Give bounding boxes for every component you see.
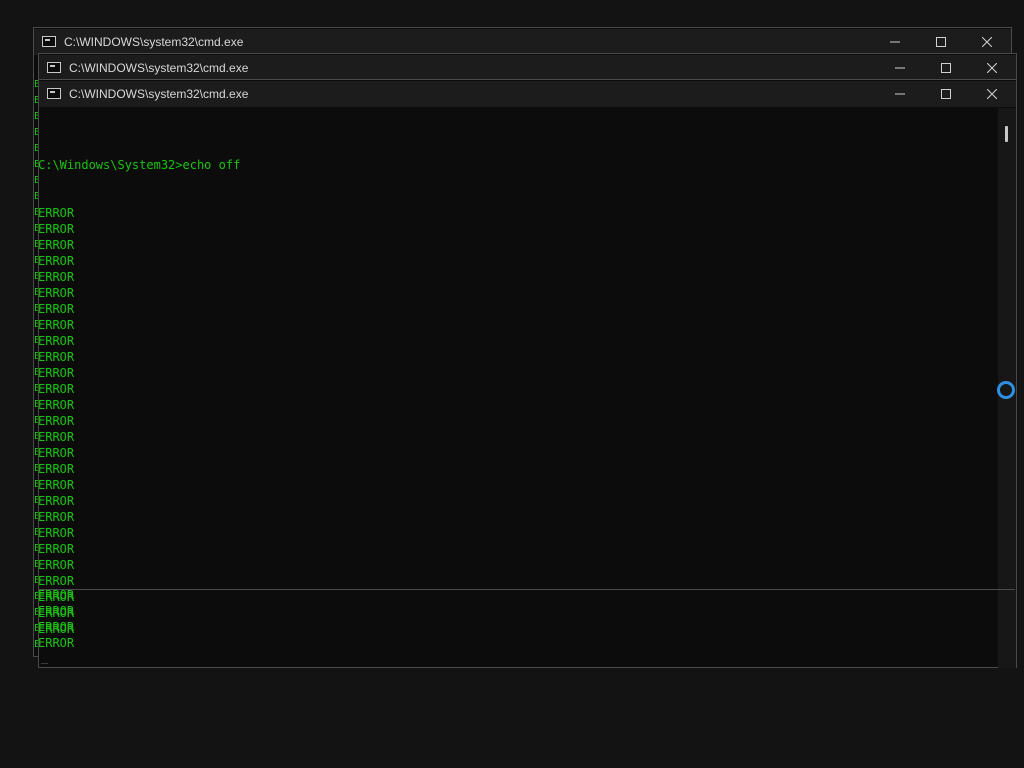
output-line: ERROR <box>38 382 75 396</box>
minimize-button[interactable] <box>872 29 918 55</box>
close-icon <box>982 37 992 47</box>
output-line: ERROR <box>38 398 75 412</box>
minimize-button[interactable] <box>877 55 923 81</box>
close-button[interactable] <box>969 81 1015 107</box>
maximize-button[interactable] <box>923 81 969 107</box>
output-line: ERROR <box>38 526 75 540</box>
window-title: C:\WINDOWS\system32\cmd.exe <box>69 87 249 101</box>
title-bar[interactable]: C:\WINDOWS\system32\cmd.exe <box>34 29 1011 55</box>
output-line: ERROR <box>38 270 75 284</box>
terminal-output[interactable]: C:\Windows\System32>echo off ERROR ERROR E… <box>38 125 240 653</box>
maximize-button[interactable] <box>918 29 964 55</box>
output-line: ERROR <box>38 206 75 220</box>
text-cursor <box>41 663 48 664</box>
maximize-icon <box>936 37 946 47</box>
output-line: ERROR <box>38 510 75 524</box>
output-line: ERROR <box>38 350 75 364</box>
output-line: ERROR <box>38 414 75 428</box>
output-line: ERROR <box>38 462 75 476</box>
output-line: ERROR <box>38 318 75 332</box>
output-line: ERROR <box>38 366 75 380</box>
minimize-button[interactable] <box>877 81 923 107</box>
output-line: ERROR <box>38 620 75 634</box>
cmd-app-icon <box>47 62 61 73</box>
output-line: ERROR <box>38 254 75 268</box>
output-line: ERROR <box>38 588 75 602</box>
maximize-button[interactable] <box>923 55 969 81</box>
window-title: C:\WINDOWS\system32\cmd.exe <box>64 35 244 49</box>
maximize-icon <box>941 89 951 99</box>
output-line: ERROR <box>38 222 75 236</box>
output-lines: ERROR ERROR ERROR ERROR ERROR ERROR ERROR ERROR… <box>38 205 240 637</box>
output-line: ERROR <box>38 542 75 556</box>
output-line: ERROR <box>38 494 75 508</box>
terminal-output-lower[interactable]: ERROR ERROR ERROR ERROR <box>38 587 74 651</box>
busy-cursor-icon <box>997 381 1015 399</box>
output-line: ERROR <box>38 430 75 444</box>
maximize-icon <box>941 63 951 73</box>
cmd-app-icon <box>47 88 61 99</box>
output-line: ERROR <box>38 334 75 348</box>
title-bar[interactable]: C:\WINDOWS\system32\cmd.exe <box>39 55 1016 81</box>
output-line: ERROR <box>38 478 75 492</box>
output-line: ERROR <box>38 446 75 460</box>
output-line: ERROR <box>38 302 75 316</box>
output-line: ERROR <box>38 604 75 618</box>
prompt-line: C:\Windows\System32>echo off <box>38 158 241 172</box>
output-line: ERROR <box>38 558 75 572</box>
scrollbar-thumb[interactable] <box>1005 126 1008 142</box>
close-button[interactable] <box>969 55 1015 81</box>
output-line: ERROR <box>38 238 75 252</box>
output-line: ERROR <box>38 636 75 650</box>
minimize-icon <box>895 93 905 95</box>
title-bar[interactable]: C:\WINDOWS\system32\cmd.exe <box>39 81 1016 107</box>
minimize-icon <box>895 67 905 69</box>
output-line: ERROR <box>38 286 75 300</box>
pane-divider <box>38 589 1015 590</box>
close-icon <box>987 89 997 99</box>
close-button[interactable] <box>964 29 1010 55</box>
cmd-app-icon <box>42 36 56 47</box>
minimize-icon <box>890 41 900 43</box>
window-title: C:\WINDOWS\system32\cmd.exe <box>69 61 249 75</box>
close-icon <box>987 63 997 73</box>
